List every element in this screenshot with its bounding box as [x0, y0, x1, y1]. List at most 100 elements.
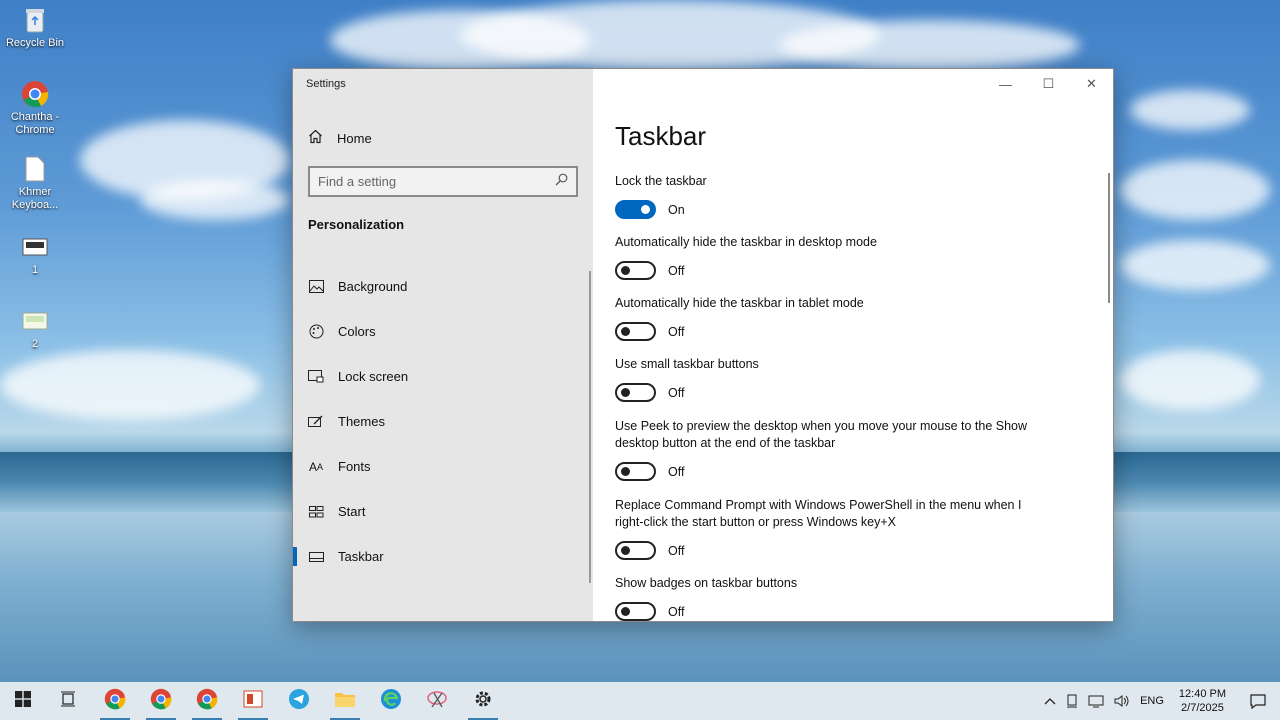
home-icon [308, 129, 323, 147]
sidebar-item-label: Taskbar [338, 549, 384, 564]
image-icon [308, 279, 324, 295]
desktop-icon-label: Chantha - Chrome [10, 111, 60, 136]
setting-label: Replace Command Prompt with Windows Powe… [615, 498, 1022, 529]
sidebar-item-label: Colors [338, 324, 376, 339]
window-controls: — ☐ ✕ [984, 69, 1113, 99]
sidebar-item-label: Background [338, 279, 408, 294]
taskbar-settings[interactable] [460, 682, 506, 720]
main-content: — ☐ ✕ Taskbar Lock the taskbar On Automa… [593, 69, 1113, 621]
toggle-switch[interactable] [615, 322, 656, 341]
sidebar-item-fonts[interactable]: AA Fonts [293, 444, 593, 489]
sidebar-item-taskbar[interactable]: Taskbar [293, 534, 593, 579]
home-label: Home [337, 130, 372, 146]
image-file-icon [21, 307, 49, 335]
toggle-switch[interactable] [615, 462, 656, 481]
chrome-icon [104, 688, 126, 715]
sidebar-scrollbar[interactable] [589, 271, 591, 583]
palette-icon [308, 324, 324, 340]
toggle-state: Off [668, 385, 685, 400]
taskbar-powerpoint[interactable] [230, 682, 276, 720]
setting-autohide-tablet: Automatically hide the taskbar in tablet… [615, 295, 1035, 341]
toggle-switch[interactable] [615, 200, 656, 219]
image-file-icon [21, 233, 49, 261]
sidebar-nav: Background Colors Lock screen Themes AA … [293, 264, 593, 579]
desktop-icon-recycle-bin[interactable]: Recycle Bin [0, 6, 70, 50]
clock[interactable]: 12:40 PM 2/7/2025 [1169, 687, 1236, 715]
start-button[interactable] [0, 682, 46, 720]
chrome-icon [196, 688, 218, 715]
toggle-switch[interactable] [615, 541, 656, 560]
settings-icon [473, 689, 493, 714]
toggle-state: On [668, 202, 685, 217]
sidebar-home[interactable]: Home [308, 129, 372, 147]
taskbar-file-explorer[interactable] [322, 682, 368, 720]
setting-autohide-desktop: Automatically hide the taskbar in deskto… [615, 234, 1035, 280]
font-icon: AA [308, 459, 324, 474]
lock-screen-icon [308, 369, 324, 385]
setting-powershell: Replace Command Prompt with Windows Powe… [615, 497, 1035, 560]
search-box[interactable] [308, 166, 578, 197]
toggle-switch[interactable] [615, 602, 656, 621]
snipping-tool-icon [426, 689, 448, 714]
sidebar-item-start[interactable]: Start [293, 489, 593, 534]
toggle-state: Off [668, 464, 685, 479]
taskbar-snipping-tool[interactable] [414, 682, 460, 720]
page-title: Taskbar [615, 121, 707, 151]
content-scrollbar[interactable] [1108, 173, 1110, 303]
document-icon [21, 155, 49, 183]
search-icon[interactable] [555, 173, 568, 191]
desktop-icon-label: 2 [31, 338, 39, 350]
taskbar-edge[interactable] [368, 682, 414, 720]
start-icon [308, 504, 324, 520]
task-view-button[interactable] [46, 682, 92, 720]
desktop-icon-chrome-shortcut[interactable]: Chantha - Chrome [0, 80, 70, 137]
setting-peek: Use Peek to preview the desktop when you… [615, 418, 1035, 481]
setting-label: Show badges on taskbar buttons [615, 576, 798, 590]
sidebar-item-label: Start [338, 504, 366, 519]
taskbar-chrome-2[interactable] [138, 682, 184, 720]
powerpoint-icon [243, 690, 263, 713]
taskbar-chrome-1[interactable] [92, 682, 138, 720]
file-explorer-icon [334, 690, 356, 713]
sidebar-item-themes[interactable]: Themes [293, 399, 593, 444]
setting-label: Automatically hide the taskbar in deskto… [615, 235, 877, 249]
taskbar-telegram[interactable] [276, 682, 322, 720]
toggle-switch[interactable] [615, 261, 656, 280]
language-indicator[interactable]: ENG [1135, 695, 1169, 707]
desktop-icon-khmer-keyboard[interactable]: Khmer Keyboa... [0, 155, 70, 212]
network-icon[interactable] [1083, 695, 1109, 708]
sidebar-item-lock-screen[interactable]: Lock screen [293, 354, 593, 399]
brush-icon [308, 414, 324, 430]
notification-icon[interactable] [1236, 693, 1280, 709]
desktop-icon-1[interactable]: 1 [0, 233, 70, 277]
desktop-icon-label: 1 [31, 264, 39, 276]
desktop-icon-label: Khmer Keyboa... [11, 186, 59, 211]
recycle-bin-icon [21, 6, 49, 34]
taskbar-chrome-3[interactable] [184, 682, 230, 720]
chevron-up-icon[interactable] [1039, 697, 1061, 705]
chrome-icon [150, 688, 172, 715]
minimize-button[interactable]: — [984, 69, 1027, 99]
system-tray: ENG 12:40 PM 2/7/2025 [1039, 682, 1280, 720]
sidebar-item-background[interactable]: Background [293, 264, 593, 309]
close-button[interactable]: ✕ [1070, 69, 1113, 99]
clock-time: 12:40 PM [1178, 688, 1226, 700]
edge-icon [380, 688, 402, 715]
meet-now-icon[interactable] [1061, 694, 1083, 708]
task-view-icon [60, 691, 78, 712]
volume-icon[interactable] [1109, 694, 1135, 708]
clock-date: 2/7/2025 [1181, 702, 1224, 714]
toggle-state: Off [668, 263, 685, 278]
section-heading: Personalization [308, 217, 405, 232]
minimize-icon: — [999, 76, 1012, 92]
setting-label: Use Peek to preview the desktop when you… [615, 419, 1028, 450]
sidebar-item-colors[interactable]: Colors [293, 309, 593, 354]
taskbar-icon [308, 549, 324, 565]
search-input[interactable] [318, 174, 555, 189]
maximize-button[interactable]: ☐ [1027, 69, 1070, 99]
sidebar-item-label: Themes [338, 414, 385, 429]
desktop-icon-2[interactable]: 2 [0, 307, 70, 351]
toggle-switch[interactable] [615, 383, 656, 402]
desktop-icon-label: Recycle Bin [5, 37, 65, 49]
setting-lock-taskbar: Lock the taskbar On [615, 173, 1035, 219]
